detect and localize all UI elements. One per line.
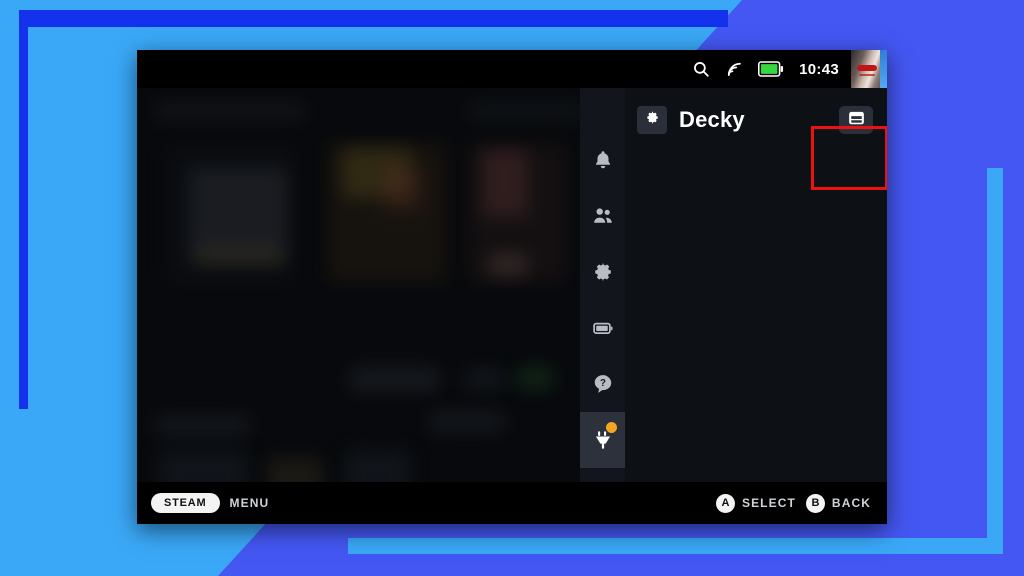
b-button-glyph: B	[805, 493, 825, 513]
menu-label: MENU	[229, 496, 270, 510]
gear-icon	[645, 110, 660, 130]
backdrop-right-stripe	[987, 168, 1003, 554]
battery-icon	[592, 317, 614, 339]
hint-back-label: BACK	[831, 496, 871, 510]
status-bar-clock: 10:43	[799, 60, 839, 78]
footer-right-group: A SELECT B BACK	[715, 493, 871, 513]
decky-settings-button[interactable]	[637, 106, 667, 134]
bell-icon	[592, 149, 614, 171]
quick-access-menu: ? Decky	[580, 88, 887, 482]
sidebar-item-performance[interactable]	[580, 300, 625, 356]
wifi-icon[interactable]	[725, 60, 743, 78]
page-title: Decky	[679, 107, 745, 132]
decky-panel-header: Decky	[625, 88, 887, 152]
notification-badge-dot	[606, 422, 617, 433]
footer-bar: STEAM MENU A SELECT B BACK	[137, 482, 887, 524]
status-bar-icons: 10:43	[692, 60, 851, 78]
device-body: ? Decky	[137, 88, 887, 482]
decky-store-button[interactable]	[839, 106, 873, 134]
decky-panel: Decky	[625, 88, 887, 482]
backdrop-top-stripe	[19, 10, 728, 27]
sidebar-item-friends-and-chat[interactable]	[580, 188, 625, 244]
steam-button-pill[interactable]: STEAM	[151, 493, 220, 513]
search-icon[interactable]	[692, 60, 710, 78]
sidebar-item-decky-loader[interactable]	[580, 412, 625, 468]
hint-select-label: SELECT	[741, 496, 796, 510]
store-icon	[848, 110, 865, 131]
hint-back: B BACK	[805, 493, 871, 513]
footer-left-group: STEAM MENU	[151, 493, 269, 513]
backdrop-bottom-stripe	[348, 538, 1003, 554]
sidebar-item-help-and-tips[interactable]: ?	[580, 356, 625, 412]
battery-icon	[758, 61, 784, 77]
sidebar-item-notifications[interactable]	[580, 132, 625, 188]
sidebar-item-settings[interactable]	[580, 244, 625, 300]
gear-icon	[592, 261, 614, 283]
a-button-glyph: A	[715, 493, 735, 513]
backdrop-left-stripe	[19, 10, 28, 409]
avatar[interactable]	[851, 50, 887, 88]
svg-text:?: ?	[600, 378, 606, 389]
steam-deck-screenshot: 10:43 ? Decky STEAM MENU A SELECT B BACK	[137, 50, 887, 524]
hint-select: A SELECT	[715, 493, 796, 513]
friends-icon	[592, 205, 614, 227]
status-bar: 10:43	[137, 50, 887, 88]
quick-access-rail: ?	[580, 88, 625, 482]
help-icon: ?	[592, 373, 614, 395]
